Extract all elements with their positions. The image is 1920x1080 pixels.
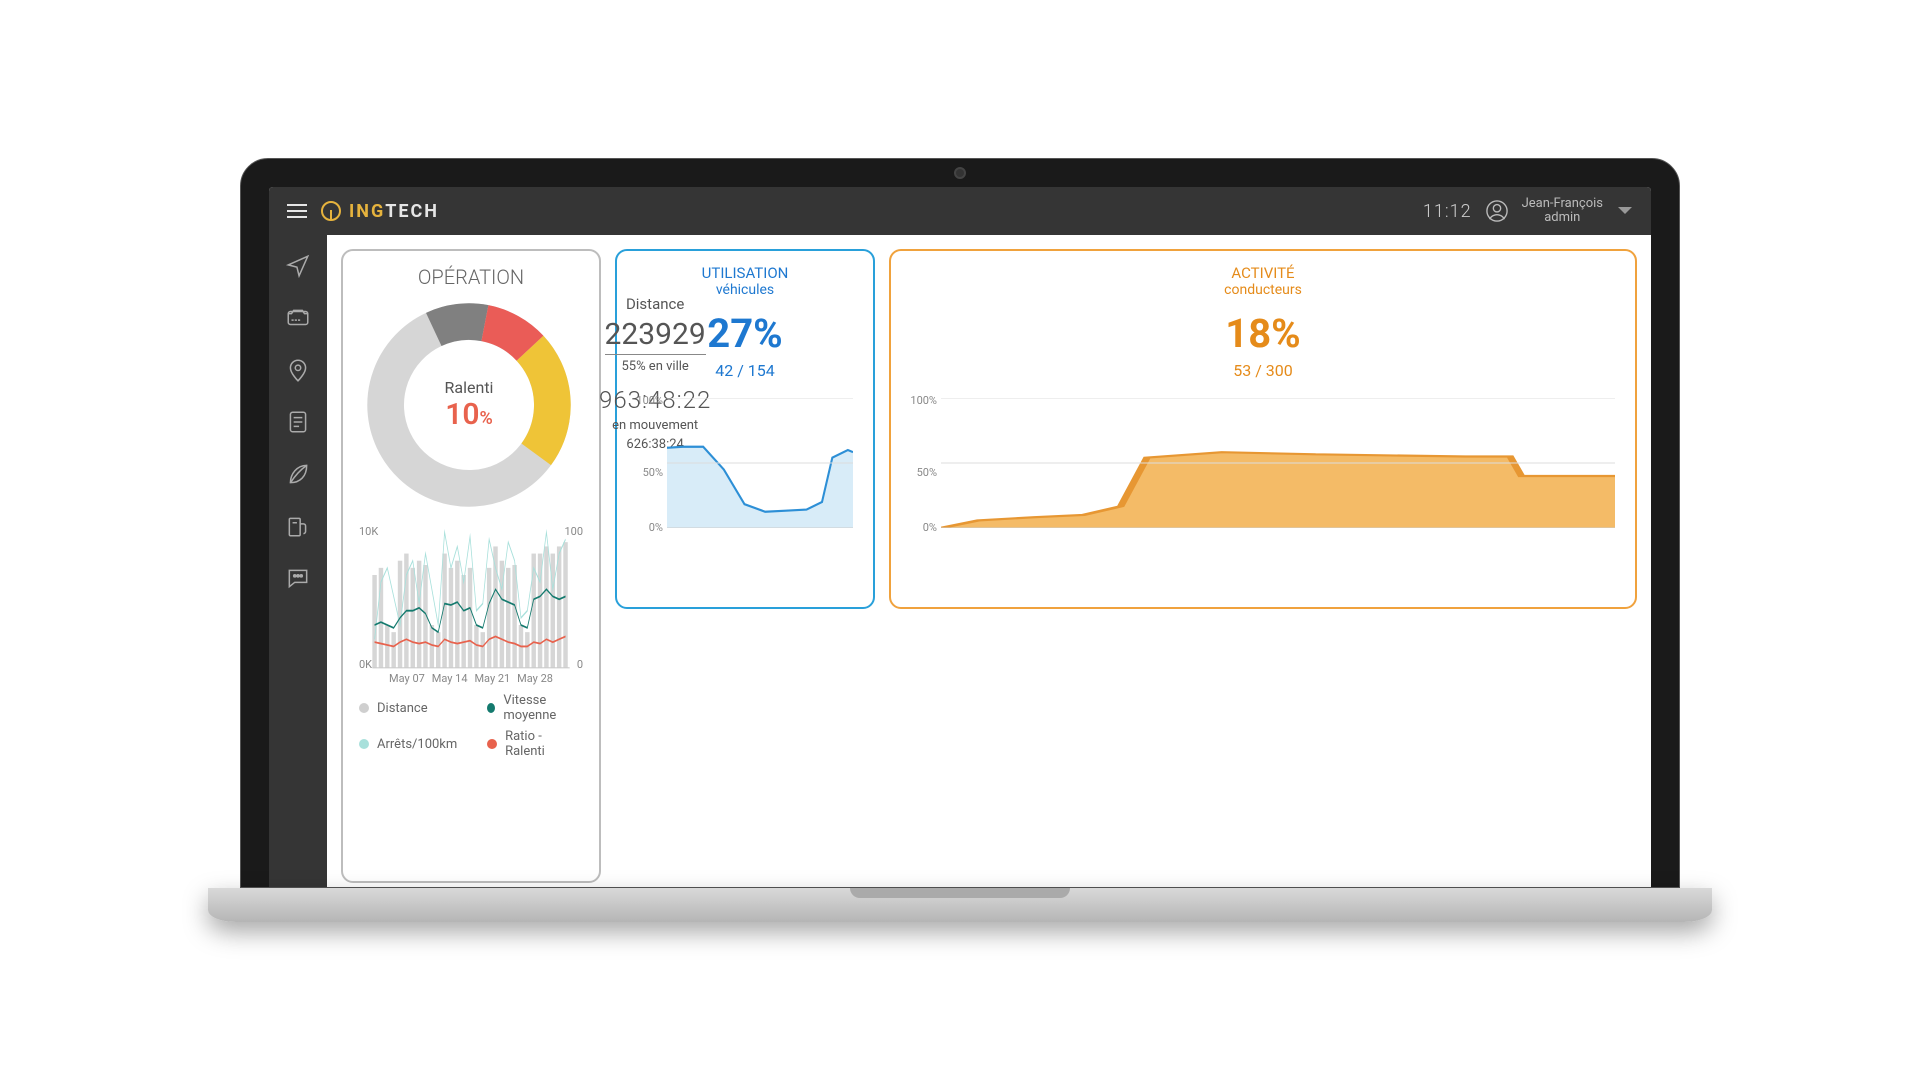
legend-item: Ratio - Ralenti bbox=[487, 729, 583, 759]
laptop-bezel: INGTECH 11:12 Jean-François admin UTILIS… bbox=[240, 158, 1680, 888]
distance-value: 223929 bbox=[605, 317, 706, 355]
axis-label: 0 bbox=[577, 658, 583, 671]
user-role: admin bbox=[1544, 211, 1580, 225]
yaxis-label: 0% bbox=[633, 521, 663, 534]
nav-fuel-icon[interactable] bbox=[285, 513, 311, 539]
activite-percent: 18% bbox=[907, 310, 1619, 357]
activite-chart: 100% 50% 0% bbox=[907, 394, 1619, 544]
nav-eld-icon[interactable] bbox=[285, 305, 311, 331]
distance-label: Distance bbox=[626, 295, 684, 313]
camera-dot bbox=[954, 167, 966, 179]
donut-pct-sign: % bbox=[480, 408, 493, 429]
x-label: May 21 bbox=[474, 672, 510, 685]
op-summary: Ralenti 10% Distance 223929 55% en ville… bbox=[359, 295, 583, 515]
legend-item: Distance bbox=[359, 693, 457, 723]
yaxis-label: 100% bbox=[633, 394, 663, 407]
brand-logo[interactable]: INGTECH bbox=[321, 201, 439, 222]
legend-dot bbox=[359, 739, 369, 749]
dashboard: UTILISATION véhicules 27% 42 / 154 100% … bbox=[327, 235, 1651, 887]
card-title-top: ACTIVITÉ bbox=[907, 265, 1619, 282]
legend-item: Arrêts/100km bbox=[359, 729, 457, 759]
card-operation: OPÉRATION Ralenti 10% bbox=[341, 249, 601, 883]
card-title-bottom: conducteurs bbox=[907, 282, 1619, 298]
laptop-frame: INGTECH 11:12 Jean-François admin UTILIS… bbox=[240, 158, 1680, 922]
nav-clipboard-icon[interactable] bbox=[285, 409, 311, 435]
donut-pct: 10 bbox=[445, 397, 479, 432]
axis-label: 100 bbox=[564, 525, 583, 538]
combo-xlabels: May 07 May 14 May 21 May 28 bbox=[389, 672, 553, 685]
activite-ratio: 53 / 300 bbox=[907, 361, 1619, 380]
clock: 11:12 bbox=[1423, 201, 1472, 222]
chevron-down-icon[interactable] bbox=[1617, 206, 1633, 216]
donut-label: Ralenti bbox=[445, 378, 494, 397]
laptop-base bbox=[208, 888, 1712, 922]
legend-dot bbox=[487, 739, 497, 749]
op-title: OPÉRATION bbox=[359, 265, 583, 289]
user-name: Jean-François bbox=[1522, 197, 1603, 211]
legend-dot bbox=[487, 703, 495, 713]
topbar: INGTECH 11:12 Jean-François admin bbox=[269, 187, 1651, 235]
op-donut: Ralenti 10% bbox=[359, 295, 579, 515]
x-label: May 14 bbox=[432, 672, 468, 685]
utilisation-chart: 100% 50% 0% bbox=[633, 394, 857, 544]
user-icon[interactable] bbox=[1486, 200, 1508, 222]
card-activite: ACTIVITÉ conducteurs 18% 53 / 300 100% 5… bbox=[889, 249, 1637, 609]
nav-leaf-icon[interactable] bbox=[285, 461, 311, 487]
yaxis-label: 50% bbox=[907, 466, 937, 479]
nav-chat-icon[interactable] bbox=[285, 565, 311, 591]
legend-label: Vitesse moyenne bbox=[503, 693, 583, 723]
legend-label: Distance bbox=[377, 701, 428, 716]
menu-icon[interactable] bbox=[287, 204, 307, 218]
op-combo-chart: 10K 0K 100 0 May 07 May 14 May 21 May 28 bbox=[359, 525, 583, 685]
card-title-top: UTILISATION bbox=[633, 265, 857, 282]
logo-icon bbox=[321, 201, 341, 221]
user-menu[interactable]: Jean-François admin bbox=[1522, 197, 1603, 226]
legend-dot bbox=[359, 703, 369, 713]
sidebar bbox=[269, 235, 327, 887]
yaxis-label: 50% bbox=[633, 466, 663, 479]
city-pct: 55% en ville bbox=[621, 359, 688, 374]
axis-label: 0K bbox=[359, 658, 372, 671]
brand-text-b: TECH bbox=[385, 201, 439, 222]
x-label: May 28 bbox=[517, 672, 553, 685]
legend-item: Vitesse moyenne bbox=[487, 693, 583, 723]
axis-label: 10K bbox=[359, 525, 378, 538]
op-legend: Distance Vitesse moyenne Arrêts/100km Ratio… bbox=[359, 693, 583, 759]
yaxis-label: 0% bbox=[907, 521, 937, 534]
yaxis-label: 100% bbox=[907, 394, 937, 407]
legend-label: Arrêts/100km bbox=[377, 737, 457, 752]
nav-cursor-icon[interactable] bbox=[285, 253, 311, 279]
legend-label: Ratio - Ralenti bbox=[505, 729, 583, 759]
app-body: UTILISATION véhicules 27% 42 / 154 100% … bbox=[269, 235, 1651, 887]
app-screen: INGTECH 11:12 Jean-François admin UTILIS… bbox=[269, 187, 1651, 887]
nav-pin-icon[interactable] bbox=[285, 357, 311, 383]
brand-text-a: ING bbox=[349, 201, 385, 222]
x-label: May 07 bbox=[389, 672, 425, 685]
